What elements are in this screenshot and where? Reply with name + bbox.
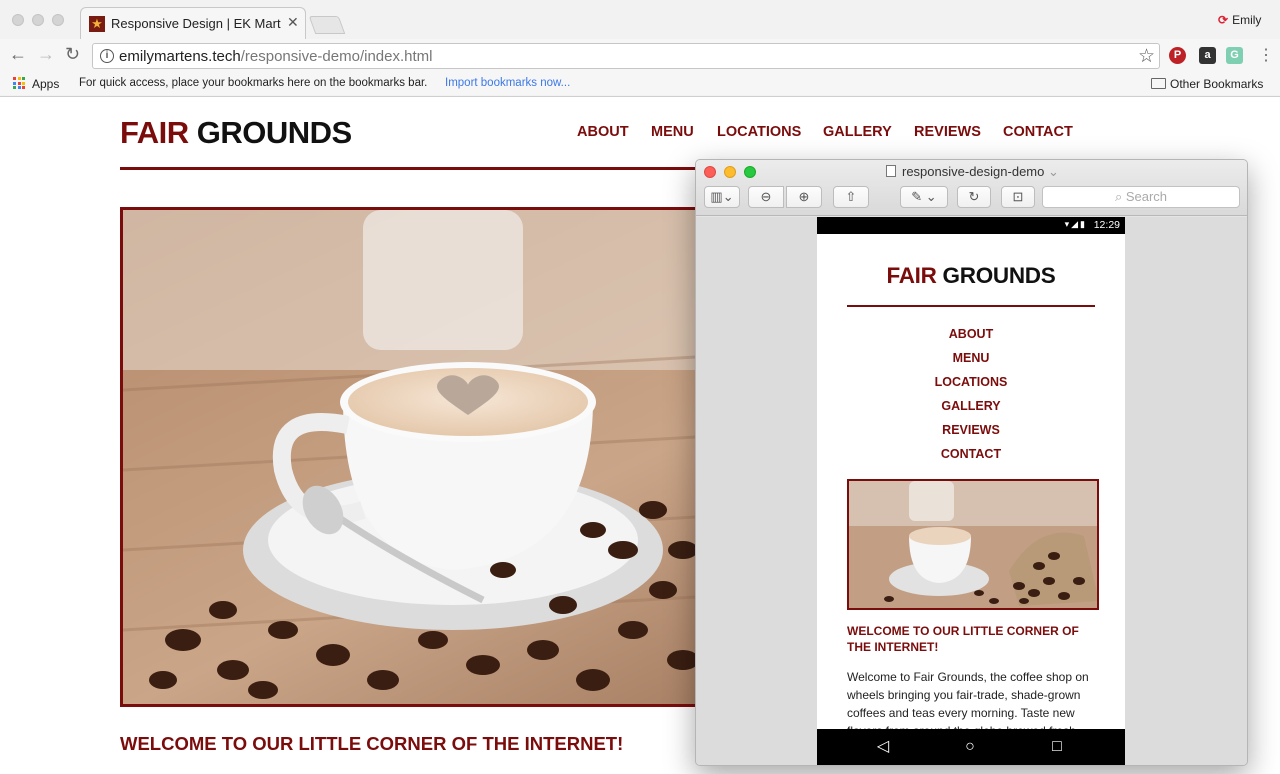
android-home-icon[interactable]: ○ bbox=[950, 729, 990, 765]
import-bookmarks-link[interactable]: Import bookmarks now... bbox=[445, 77, 570, 89]
browser-toolbar: ← → ↻ i emilymartens.tech/responsive-dem… bbox=[0, 39, 1280, 73]
star-favicon-icon: ★ bbox=[89, 16, 105, 32]
url-text: emilymartens.tech/responsive-demo/index.… bbox=[119, 48, 433, 65]
reload-icon[interactable]: ↻ bbox=[65, 44, 80, 65]
mobile-welcome-heading: WELCOME TO OUR LITTLE CORNER OF THE INTE… bbox=[847, 624, 1079, 654]
forward-icon[interactable]: → bbox=[37, 44, 55, 65]
other-bookmarks-button[interactable]: Other Bookmarks bbox=[1170, 77, 1263, 91]
status-time: 12:29 bbox=[1093, 219, 1120, 231]
search-icon: ⌕ bbox=[1114, 189, 1126, 204]
bookmarks-bar: Apps For quick access, place your bookma… bbox=[0, 73, 1280, 95]
browser-chrome: ★ Responsive Design | EK Marte ✕ ⟳ Emily … bbox=[0, 0, 1280, 97]
profile-button[interactable]: ⟳ Emily bbox=[1218, 13, 1261, 27]
window-minimize-button[interactable] bbox=[32, 14, 44, 26]
mobile-nav-reviews[interactable]: REVIEWS bbox=[817, 423, 1125, 447]
mobile-nav-gallery[interactable]: GALLERY bbox=[817, 399, 1125, 423]
zoom-in-icon[interactable]: ⊕ bbox=[786, 186, 822, 208]
nav-contact[interactable]: CONTACT bbox=[1003, 124, 1073, 140]
toolbox-icon[interactable]: ⊡ bbox=[1001, 186, 1035, 208]
nav-about[interactable]: ABOUT bbox=[577, 124, 629, 140]
mobile-site-logo[interactable]: FAIR GROUNDS bbox=[817, 263, 1125, 289]
preview-close-button[interactable] bbox=[704, 166, 716, 178]
mobile-nav-locations[interactable]: LOCATIONS bbox=[817, 375, 1125, 399]
preview-zoom-button[interactable] bbox=[744, 166, 756, 178]
sidebar-toggle-button[interactable]: ▥⌄ bbox=[704, 186, 740, 208]
bookmark-star-icon[interactable]: ☆ bbox=[1138, 45, 1155, 68]
pinterest-icon[interactable]: P bbox=[1169, 47, 1186, 64]
back-icon[interactable]: ← bbox=[9, 44, 27, 65]
chrome-menu-icon[interactable]: ⋮ bbox=[1258, 45, 1274, 65]
nav-gallery[interactable]: GALLERY bbox=[823, 124, 892, 140]
rotate-icon[interactable]: ↻ bbox=[957, 186, 991, 208]
apps-shortcut[interactable]: Apps bbox=[32, 77, 59, 91]
preview-content: ▾◢▮ 12:29 FAIR GROUNDS ABOUT MENU LOCATI… bbox=[696, 217, 1247, 765]
zoom-out-icon[interactable]: ⊖ bbox=[748, 186, 784, 208]
info-icon[interactable]: i bbox=[100, 49, 114, 63]
apps-grid-icon[interactable] bbox=[13, 77, 25, 89]
android-back-icon[interactable]: ◁ bbox=[863, 729, 903, 765]
window-zoom-button[interactable] bbox=[52, 14, 64, 26]
address-bar[interactable]: i emilymartens.tech/responsive-demo/inde… bbox=[92, 43, 1160, 69]
folder-icon bbox=[1151, 78, 1166, 89]
browser-tab[interactable]: ★ Responsive Design | EK Marte ✕ bbox=[80, 7, 306, 39]
preview-window: responsive-design-demo ⌄ ▥⌄ ⊖ ⊕ ⇧ ✎ ⌄ ↻ … bbox=[695, 159, 1248, 766]
preview-search-input[interactable]: ⌕ Search bbox=[1042, 186, 1240, 208]
tab-title: Responsive Design | EK Marte bbox=[111, 16, 281, 31]
amazon-assistant-icon[interactable]: a bbox=[1199, 47, 1216, 64]
phone-screenshot: ▾◢▮ 12:29 FAIR GROUNDS ABOUT MENU LOCATI… bbox=[817, 217, 1125, 765]
window-close-button[interactable] bbox=[12, 14, 24, 26]
profile-name: Emily bbox=[1232, 13, 1262, 27]
mobile-site-nav: ABOUT MENU LOCATIONS GALLERY REVIEWS CON… bbox=[817, 327, 1125, 471]
bookmarks-hint: For quick access, place your bookmarks h… bbox=[79, 77, 428, 89]
sync-error-icon: ⟳ bbox=[1218, 13, 1229, 27]
green-extension-icon[interactable]: G bbox=[1226, 47, 1243, 64]
signal-battery-icon: ▾◢▮ bbox=[1064, 219, 1087, 229]
mobile-nav-contact[interactable]: CONTACT bbox=[817, 447, 1125, 471]
mobile-hero-coffee-image bbox=[847, 479, 1099, 610]
nav-locations[interactable]: LOCATIONS bbox=[717, 124, 801, 140]
preview-titlebar: responsive-design-demo ⌄ ▥⌄ ⊖ ⊕ ⇧ ✎ ⌄ ↻ … bbox=[696, 160, 1247, 216]
android-nav-bar: ◁ ○ □ bbox=[817, 729, 1125, 765]
share-icon[interactable]: ⇧ bbox=[833, 186, 869, 208]
document-icon bbox=[886, 165, 896, 177]
mobile-nav-about[interactable]: ABOUT bbox=[817, 327, 1125, 351]
nav-reviews[interactable]: REVIEWS bbox=[914, 124, 981, 140]
android-recents-icon[interactable]: □ bbox=[1037, 729, 1077, 765]
preview-minimize-button[interactable] bbox=[724, 166, 736, 178]
new-tab-button[interactable] bbox=[308, 16, 346, 34]
nav-menu[interactable]: MENU bbox=[651, 124, 694, 140]
mobile-nav-menu[interactable]: MENU bbox=[817, 351, 1125, 375]
tab-close-icon[interactable]: ✕ bbox=[287, 14, 299, 31]
markup-pen-icon[interactable]: ✎ ⌄ bbox=[900, 186, 948, 208]
site-logo[interactable]: FAIR GROUNDS bbox=[120, 115, 352, 151]
android-status-bar: ▾◢▮ 12:29 bbox=[817, 217, 1125, 234]
chevron-down-icon: ⌄ bbox=[1047, 164, 1059, 179]
mobile-header-divider bbox=[847, 305, 1095, 307]
preview-title[interactable]: responsive-design-demo ⌄ bbox=[886, 164, 1059, 180]
welcome-heading: WELCOME TO OUR LITTLE CORNER OF THE INTE… bbox=[120, 733, 624, 754]
